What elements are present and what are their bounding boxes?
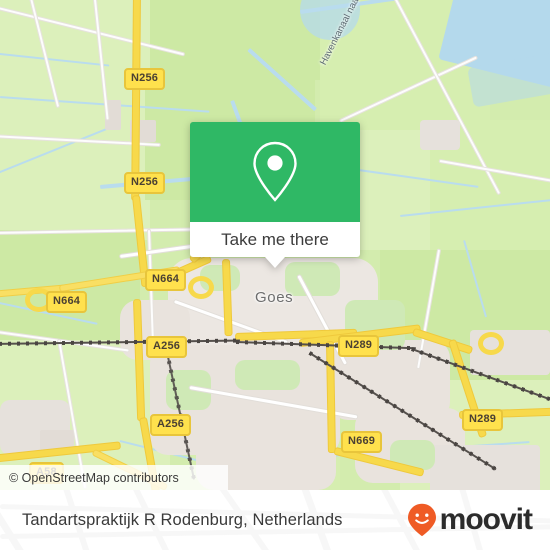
map-park <box>235 360 300 390</box>
map-industrial-area <box>430 445 540 490</box>
map-place-label-goes: Goes <box>255 289 294 306</box>
map-pin-icon <box>253 141 297 202</box>
moovit-wordmark: moovit <box>439 503 533 536</box>
road-shield-n664[interactable]: N664 <box>46 291 88 313</box>
popup-pointer-tail <box>265 257 285 268</box>
location-popup-card[interactable]: Take me there <box>190 122 360 268</box>
map-attribution-text: © OpenStreetMap contributors <box>9 470 179 485</box>
take-me-there-label: Take me there <box>221 229 329 249</box>
location-title: Tandartspraktijk R Rodenburg, Netherland… <box>22 510 343 529</box>
popup-header <box>190 122 360 222</box>
road-shield-n664[interactable]: N664 <box>145 269 187 291</box>
road-shield-a256[interactable]: A256 <box>150 414 192 436</box>
popup-action-row[interactable]: Take me there <box>190 222 360 257</box>
moovit-brand[interactable]: moovit <box>407 503 533 537</box>
road-shield-n289[interactable]: N289 <box>462 409 504 431</box>
moovit-map-screenshot: Goes Havenkanaal naar Goes N256 N256 N66… <box>0 0 550 550</box>
map-industrial-area <box>420 120 460 150</box>
road-shield-a256[interactable]: A256 <box>146 336 188 358</box>
bottom-info-bar: Tandartspraktijk R Rodenburg, Netherland… <box>0 490 550 550</box>
road-shield-n256[interactable]: N256 <box>124 172 166 194</box>
moovit-smiley-pin-icon <box>407 503 436 537</box>
road-shield-n289[interactable]: N289 <box>338 335 380 357</box>
map-attribution[interactable]: © OpenStreetMap contributors <box>0 465 228 490</box>
road-shield-n669[interactable]: N669 <box>341 431 383 453</box>
road-shield-n256[interactable]: N256 <box>124 68 166 90</box>
map-roundabout <box>188 276 214 299</box>
map-roundabout <box>478 332 504 355</box>
